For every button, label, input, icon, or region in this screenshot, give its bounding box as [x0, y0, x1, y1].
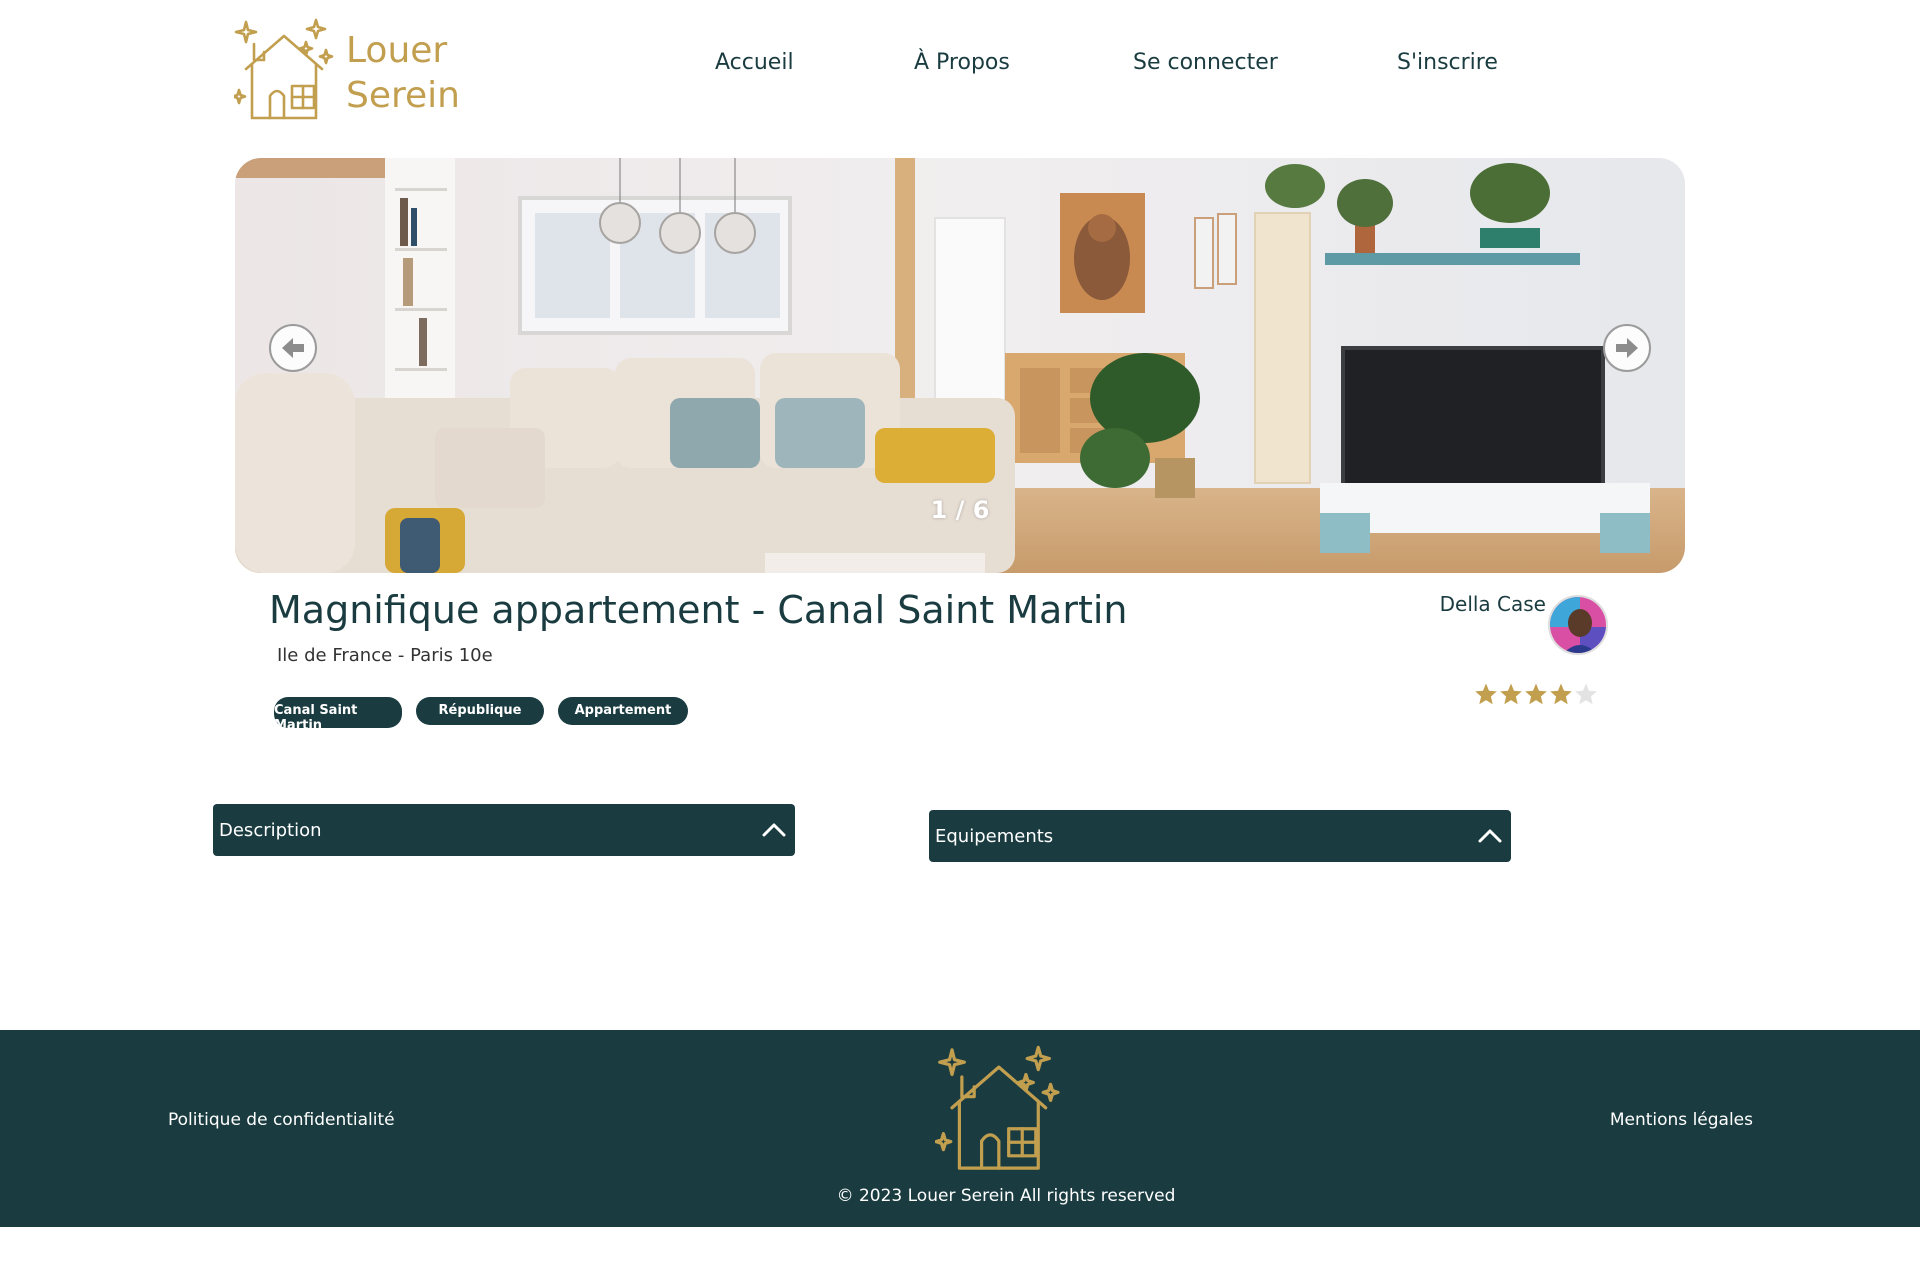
privacy-policy-link[interactable]: Politique de confidentialité	[168, 1110, 395, 1130]
main-nav: Accueil À Propos Se connecter S'inscrire	[0, 50, 1920, 84]
star-filled-icon	[1500, 683, 1522, 705]
site-header: Louer Serein Accueil À Propos Se connect…	[0, 0, 1920, 150]
description-collapse-toggle[interactable]: Description	[213, 804, 795, 856]
star-filled-icon	[1525, 683, 1547, 705]
arrow-right-icon	[1616, 338, 1638, 358]
equipements-collapse-label: Equipements	[935, 825, 1054, 847]
photo-carousel: 1 / 6	[235, 158, 1685, 573]
chevron-up-icon	[762, 823, 786, 837]
listing-location: Ile de France - Paris 10e	[277, 645, 493, 666]
host-portrait-image	[1550, 597, 1606, 653]
avatar	[1548, 595, 1608, 655]
site-footer: Politique de confidentialité Mentions lé…	[0, 1030, 1920, 1227]
arrow-left-icon	[282, 338, 304, 358]
host-info: Della Case	[1420, 588, 1610, 658]
star-filled-icon	[1550, 683, 1572, 705]
nav-link-accueil[interactable]: Accueil	[715, 50, 794, 75]
chevron-up-icon	[1478, 829, 1502, 843]
nav-link-s-inscrire[interactable]: S'inscrire	[1397, 50, 1498, 75]
description-collapse-label: Description	[219, 819, 322, 841]
carousel-prev-button[interactable]	[269, 324, 317, 372]
star-filled-icon	[1475, 683, 1497, 705]
tag-republique: République	[416, 697, 544, 725]
tag-canal-saint-martin: Canal Saint Martin	[274, 697, 402, 728]
carousel-next-button[interactable]	[1603, 324, 1651, 372]
rating-stars	[1474, 682, 1598, 706]
listing-title: Magnifique appartement - Canal Saint Mar…	[269, 588, 1128, 632]
star-empty-icon	[1575, 683, 1597, 705]
host-name: Della Case	[1439, 592, 1546, 616]
tag-appartement: Appartement	[558, 697, 688, 725]
carousel-counter: 1 / 6	[930, 496, 990, 524]
nav-link-a-propos[interactable]: À Propos	[914, 50, 1010, 75]
copyright-text: © 2023 Louer Serein All rights reserved	[836, 1186, 1176, 1206]
equipements-collapse-toggle[interactable]: Equipements	[929, 810, 1511, 862]
house-sparkle-logo-icon	[935, 1045, 1060, 1170]
legal-notice-link[interactable]: Mentions légales	[1610, 1110, 1753, 1130]
nav-link-se-connecter[interactable]: Se connecter	[1133, 50, 1278, 75]
